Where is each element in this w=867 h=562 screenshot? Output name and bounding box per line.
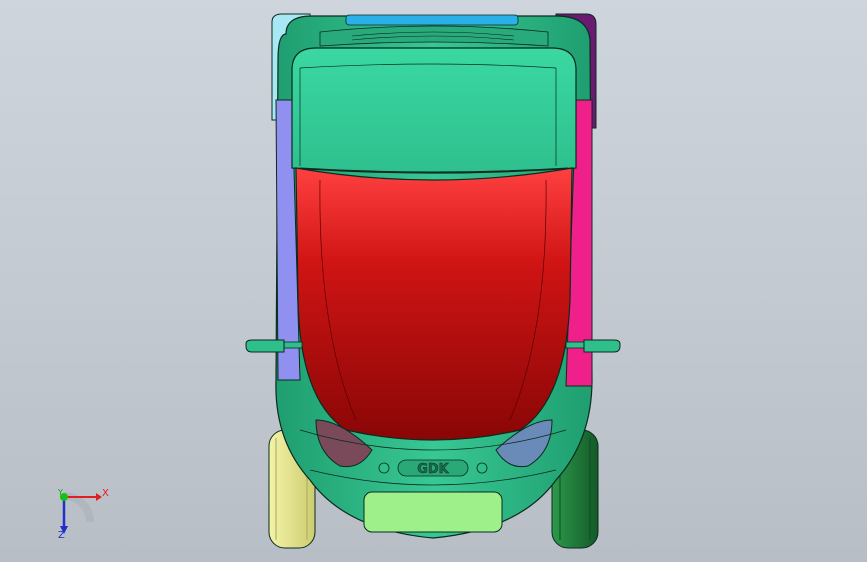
hood <box>295 167 573 441</box>
fog-light-left <box>378 462 390 474</box>
y-axis-label: Y <box>58 488 63 497</box>
front-badge: GDK <box>397 459 469 477</box>
car-model-top-view[interactable]: GDK <box>0 0 867 562</box>
license-plate <box>363 491 503 533</box>
top-strip <box>345 14 519 26</box>
fog-light-right <box>476 462 488 474</box>
z-axis-label: Z <box>58 530 65 541</box>
x-axis-label: X <box>102 488 109 499</box>
graphics-viewport[interactable]: GDK X Y Z <box>0 0 867 562</box>
badge-text: GDK <box>417 462 449 477</box>
